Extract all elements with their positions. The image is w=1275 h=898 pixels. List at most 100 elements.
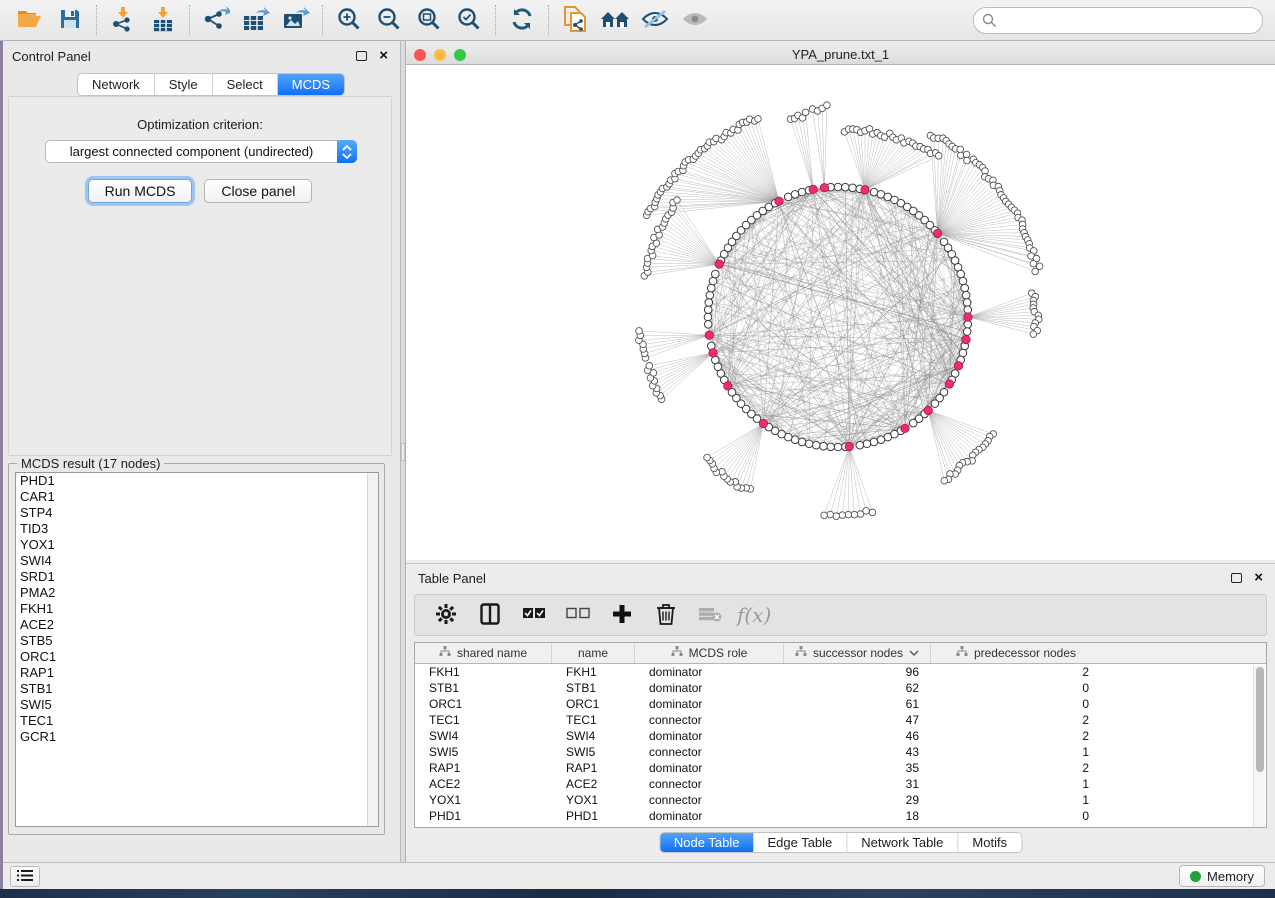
column-header-successor-nodes[interactable]: successor nodes — [784, 643, 931, 663]
export-network-button[interactable] — [199, 3, 233, 37]
table-settings-button[interactable] — [429, 598, 463, 632]
zoom-fit-button[interactable] — [412, 3, 446, 37]
save-session-button[interactable] — [53, 3, 87, 37]
copy-network-icon — [561, 5, 589, 36]
tab-network[interactable]: Network — [78, 74, 155, 95]
table-row[interactable]: SWI5SWI5connector431 — [415, 744, 1266, 760]
table-cell: PHD1 — [552, 809, 635, 823]
table-row[interactable]: STB1STB1dominator620 — [415, 680, 1266, 696]
import-table-button[interactable] — [146, 3, 180, 37]
mcds-result-item[interactable]: RAP1 — [16, 665, 378, 681]
tab-motifs[interactable]: Motifs — [958, 833, 1021, 852]
mcds-result-item[interactable]: SRD1 — [16, 569, 378, 585]
search-input[interactable] — [973, 7, 1263, 34]
table-row[interactable]: FKH1FKH1dominator962 — [415, 664, 1266, 680]
delete-column-button[interactable] — [649, 598, 683, 632]
mcds-result-item[interactable]: STP4 — [16, 505, 378, 521]
table-scrollbar-thumb[interactable] — [1256, 667, 1264, 772]
mcds-result-item[interactable]: PHD1 — [16, 473, 378, 489]
column-header-name[interactable]: name — [552, 643, 635, 663]
table-row[interactable]: YOX1YOX1connector291 — [415, 792, 1266, 808]
table-row[interactable]: ACE2ACE2connector311 — [415, 776, 1266, 792]
mcds-result-group: MCDS result (17 nodes) PHD1CAR1STP4TID3Y… — [8, 463, 385, 835]
tab-node-table[interactable]: Node Table — [660, 833, 754, 852]
mcds-result-list[interactable]: PHD1CAR1STP4TID3YOX1SWI4SRD1PMA2FKH1ACE2… — [15, 472, 379, 827]
mcds-result-item[interactable]: ACE2 — [16, 617, 378, 633]
tab-edge-table[interactable]: Edge Table — [753, 833, 847, 852]
zoom-selected-button[interactable] — [452, 3, 486, 37]
run-mcds-button[interactable]: Run MCDS — [88, 179, 193, 203]
save-icon — [58, 7, 82, 34]
deselect-all-rows-button[interactable] — [561, 598, 595, 632]
mcds-result-item[interactable]: STB1 — [16, 681, 378, 697]
mcds-result-item[interactable]: STB5 — [16, 633, 378, 649]
memory-button[interactable]: Memory — [1179, 865, 1265, 887]
desktop-edge — [0, 41, 3, 889]
window-minimize-icon[interactable] — [434, 49, 446, 61]
show-columns-button[interactable] — [473, 598, 507, 632]
table-row[interactable]: SWI4SWI4dominator462 — [415, 728, 1266, 744]
window-close-icon[interactable] — [414, 49, 426, 61]
table-cell: dominator — [635, 681, 784, 695]
duplicate-network-button[interactable] — [558, 3, 592, 37]
mcds-result-item[interactable]: GCR1 — [16, 729, 378, 745]
mcds-result-item[interactable]: YOX1 — [16, 537, 378, 553]
delete-table-button[interactable] — [693, 598, 727, 632]
network-canvas[interactable] — [406, 65, 1275, 560]
mcds-result-item[interactable]: ORC1 — [16, 649, 378, 665]
mcds-result-item[interactable]: CAR1 — [16, 489, 378, 505]
search-field-wrap — [973, 7, 1263, 34]
table-row[interactable]: ORC1ORC1dominator610 — [415, 696, 1266, 712]
mcds-result-item[interactable]: TEC1 — [16, 713, 378, 729]
mcds-result-item[interactable]: PMA2 — [16, 585, 378, 601]
table-cell: 0 — [931, 681, 1101, 695]
open-file-button[interactable] — [13, 3, 47, 37]
zoom-in-button[interactable] — [332, 3, 366, 37]
tree-icon — [439, 646, 451, 660]
select-stepper-icon — [337, 140, 357, 163]
mcds-result-item[interactable]: FKH1 — [16, 601, 378, 617]
criterion-select[interactable]: largest connected component (undirected) — [45, 140, 357, 163]
tab-network-table[interactable]: Network Table — [847, 833, 958, 852]
toolbar-separator — [548, 5, 549, 35]
export-image-button[interactable] — [279, 3, 313, 37]
table-cell: SWI4 — [415, 729, 552, 743]
mcds-result-item[interactable]: SWI5 — [16, 697, 378, 713]
table-row[interactable]: PHD1PHD1dominator180 — [415, 808, 1266, 824]
table-cell: ACE2 — [415, 777, 552, 791]
select-all-rows-button[interactable] — [517, 598, 551, 632]
network-titlebar[interactable]: YPA_prune.txt_1 — [406, 45, 1275, 65]
table-cell: STB1 — [552, 681, 635, 695]
table-row[interactable]: TEC1TEC1connector472 — [415, 712, 1266, 728]
column-header-predecessor-nodes[interactable]: predecessor nodes — [931, 643, 1101, 663]
zoom-out-button[interactable] — [372, 3, 406, 37]
table-row[interactable]: RAP1RAP1dominator352 — [415, 760, 1266, 776]
close-panel-icon[interactable]: × — [379, 51, 388, 61]
task-history-button[interactable] — [10, 866, 40, 887]
table-cell: YOX1 — [552, 793, 635, 807]
export-table-button[interactable] — [239, 3, 273, 37]
import-network-button[interactable] — [106, 3, 140, 37]
tab-mcds[interactable]: MCDS — [278, 74, 344, 95]
result-list-scrollbar[interactable] — [367, 473, 378, 826]
apply-style-button[interactable] — [505, 3, 539, 37]
column-header-shared-name[interactable]: shared name — [415, 643, 552, 663]
close-panel-button[interactable]: Close panel — [204, 179, 312, 203]
table-toolbar: f(x) — [414, 594, 1267, 636]
mcds-result-item[interactable]: TID3 — [16, 521, 378, 537]
mcds-result-item[interactable]: SWI4 — [16, 553, 378, 569]
hide-selected-button[interactable] — [638, 3, 672, 37]
float-table-panel-icon[interactable] — [1231, 573, 1242, 583]
tab-select[interactable]: Select — [213, 74, 278, 95]
add-column-button[interactable] — [605, 598, 639, 632]
function-builder-button[interactable]: f(x) — [737, 603, 771, 627]
window-maximize-icon[interactable] — [454, 49, 466, 61]
tab-style[interactable]: Style — [155, 74, 213, 95]
first-neighbors-button[interactable] — [598, 3, 632, 37]
show-all-button[interactable] — [678, 3, 712, 37]
close-table-panel-icon[interactable]: × — [1254, 573, 1263, 583]
float-panel-icon[interactable] — [356, 51, 367, 61]
network-graph — [406, 65, 1275, 560]
column-header-mcds-role[interactable]: MCDS role — [635, 643, 784, 663]
table-scrollbar[interactable] — [1253, 665, 1265, 827]
